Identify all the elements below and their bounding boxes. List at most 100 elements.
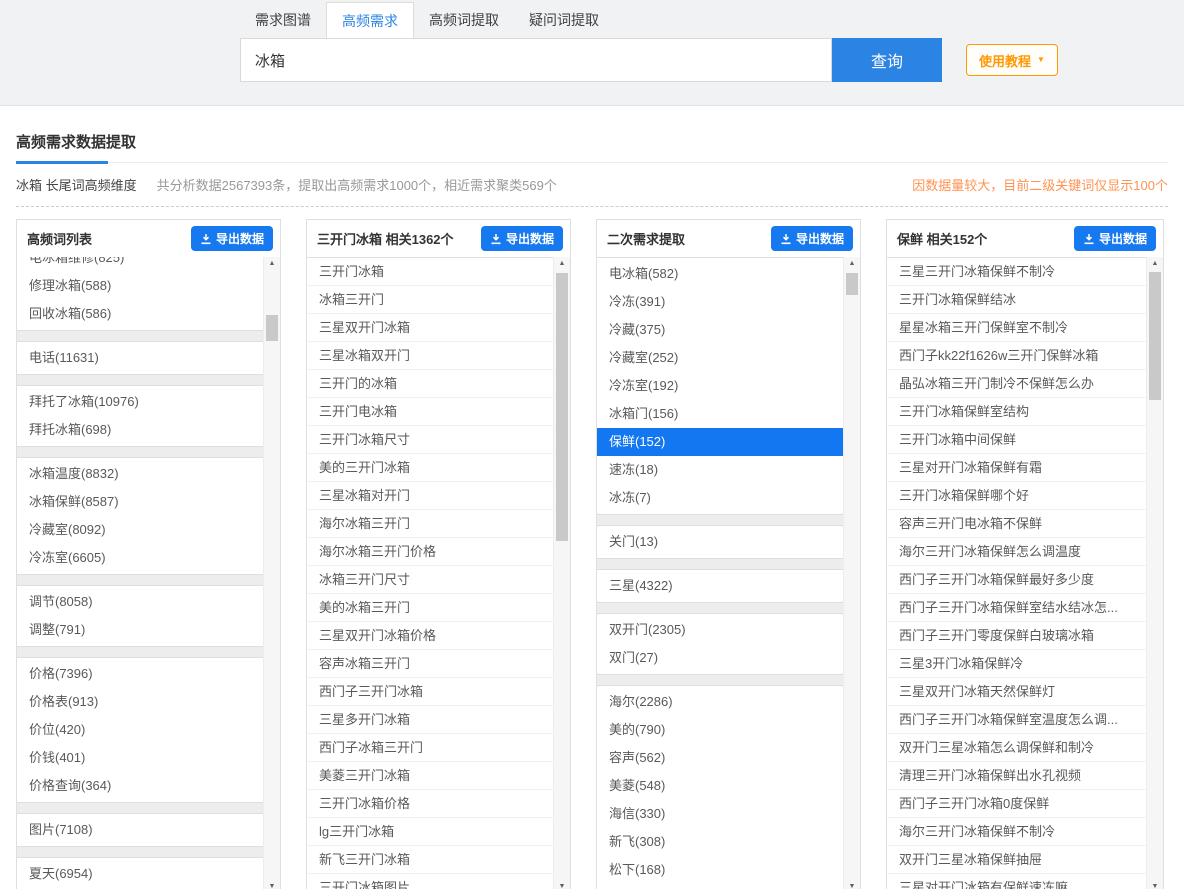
list-item[interactable]: 价位(420) (17, 716, 263, 744)
list-item[interactable]: 回收冰箱(586) (17, 300, 263, 328)
list-item[interactable]: 修理冰箱(588) (17, 272, 263, 300)
list-item[interactable]: 调节(8058) (17, 588, 263, 616)
list-item[interactable]: 美菱三开门冰箱 (307, 762, 553, 790)
list-item[interactable]: 调整(791) (17, 616, 263, 644)
list-item[interactable]: 西门子冰箱三开门 (307, 734, 553, 762)
keyword-list[interactable]: 三开门冰箱冰箱三开门三星双开门冰箱三星冰箱双开门三开门的冰箱三开门电冰箱三开门冰… (307, 257, 553, 889)
list-item[interactable]: 三开门冰箱保鲜哪个好 (887, 482, 1146, 510)
list-item[interactable]: 容声冰箱三开门 (307, 650, 553, 678)
list-item[interactable]: 冷冻室(192) (597, 372, 843, 400)
list-item[interactable]: 三星冰箱双开门 (307, 342, 553, 370)
tab-demand-map[interactable]: 需求图谱 (240, 2, 326, 38)
list-item[interactable]: 三星三开门冰箱保鲜不制冷 (887, 258, 1146, 286)
list-item[interactable]: 三开门冰箱中间保鲜 (887, 426, 1146, 454)
list-item[interactable]: 三开门冰箱保鲜结冰 (887, 286, 1146, 314)
keyword-list[interactable]: 三星三开门冰箱保鲜不制冷三开门冰箱保鲜结冰星星冰箱三开门保鲜室不制冷西门子kk2… (887, 257, 1146, 889)
list-item[interactable]: 三星对开门冰箱保鲜有霜 (887, 454, 1146, 482)
keyword-list[interactable]: 电冰箱(582)冷冻(391)冷藏(375)冷藏室(252)冷冻室(192)冰箱… (597, 257, 843, 889)
scroll-down-icon[interactable]: ▼ (264, 880, 280, 889)
list-item[interactable]: 冷藏室(252) (597, 344, 843, 372)
list-item[interactable]: 三星对开门冰箱有保鲜速冻嘛 (887, 874, 1146, 889)
scrollbar-thumb[interactable] (266, 315, 278, 341)
scroll-down-icon[interactable]: ▼ (554, 880, 570, 889)
list-item[interactable]: 双开门三星冰箱怎么调保鲜和制冷 (887, 734, 1146, 762)
list-item[interactable]: 冰箱温度(8832) (17, 460, 263, 488)
list-item[interactable]: 冰箱三开门 (307, 286, 553, 314)
list-item[interactable]: 海尔冰箱三开门价格 (307, 538, 553, 566)
scroll-up-icon[interactable]: ▲ (1147, 257, 1163, 271)
scrollbar[interactable]: ▲ ▼ (553, 257, 570, 889)
list-item[interactable]: 三星双开门冰箱天然保鲜灯 (887, 678, 1146, 706)
list-item[interactable]: 电冰箱维修(825) (17, 257, 263, 272)
list-item[interactable]: 海尔冰箱三开门 (307, 510, 553, 538)
list-item[interactable]: 三星多开门冰箱 (307, 706, 553, 734)
scrollbar[interactable]: ▲ ▼ (1146, 257, 1163, 889)
list-item[interactable]: 西门子三开门冰箱 (307, 678, 553, 706)
scroll-down-icon[interactable]: ▼ (1147, 880, 1163, 889)
list-item[interactable]: 电话(11631) (17, 344, 263, 372)
search-input[interactable] (240, 38, 832, 82)
scrollbar[interactable]: ▲ ▼ (263, 257, 280, 889)
list-item[interactable]: 容声三开门电冰箱不保鲜 (887, 510, 1146, 538)
scroll-up-icon[interactable]: ▲ (264, 257, 280, 271)
list-item[interactable]: 夏天(6954) (17, 860, 263, 888)
list-item[interactable]: 晶弘冰箱三开门制冷不保鲜怎么办 (887, 370, 1146, 398)
list-item[interactable]: 关门(13) (597, 528, 843, 556)
export-data-button[interactable]: 导出数据 (481, 226, 563, 251)
list-item[interactable]: 清理三开门冰箱保鲜出水孔视频 (887, 762, 1146, 790)
list-item[interactable]: 冰箱门(156) (597, 400, 843, 428)
list-item-selected[interactable]: 保鲜(152) (597, 428, 843, 456)
list-item[interactable]: 三星双开门冰箱 (307, 314, 553, 342)
list-item[interactable]: 价格(7396) (17, 660, 263, 688)
list-item[interactable]: 海尔三开门冰箱保鲜怎么调温度 (887, 538, 1146, 566)
list-item[interactable]: 美的(790) (597, 716, 843, 744)
list-item[interactable]: 三开门冰箱保鲜室结构 (887, 398, 1146, 426)
list-item[interactable]: 西门子三开门零度保鲜白玻璃冰箱 (887, 622, 1146, 650)
list-item[interactable]: 西门子三开门冰箱保鲜最好多少度 (887, 566, 1146, 594)
query-button[interactable]: 查询 (832, 38, 942, 82)
list-item[interactable]: 价格查询(364) (17, 772, 263, 800)
list-item[interactable]: 新飞三开门冰箱 (307, 846, 553, 874)
list-item[interactable]: 三开门电冰箱 (307, 398, 553, 426)
list-item[interactable]: 海尔三开门冰箱保鲜不制冷 (887, 818, 1146, 846)
list-item[interactable]: 海信(330) (597, 800, 843, 828)
list-item[interactable]: 三星双开门冰箱价格 (307, 622, 553, 650)
list-item[interactable]: 三洋(134) (597, 884, 843, 889)
list-item[interactable]: 电冰箱(582) (597, 260, 843, 288)
list-item[interactable]: 三开门冰箱价格 (307, 790, 553, 818)
list-item[interactable]: 冷冻室(6605) (17, 544, 263, 572)
list-item[interactable]: 美的冰箱三开门 (307, 594, 553, 622)
tab-question-words[interactable]: 疑问词提取 (514, 2, 614, 38)
list-item[interactable]: 速冻(18) (597, 456, 843, 484)
list-item[interactable]: 西门子kk22f1626w三开门保鲜冰箱 (887, 342, 1146, 370)
list-item[interactable]: 美菱(548) (597, 772, 843, 800)
list-item[interactable]: 西门子三开门冰箱0度保鲜 (887, 790, 1146, 818)
export-data-button[interactable]: 导出数据 (191, 226, 273, 251)
scrollbar-thumb[interactable] (556, 273, 568, 541)
list-item[interactable]: 三开门冰箱尺寸 (307, 426, 553, 454)
keyword-list[interactable]: 电冰箱维修(825)修理冰箱(588)回收冰箱(586) 电话(11631) 拜托了… (17, 257, 263, 889)
list-item[interactable]: 冷藏(375) (597, 316, 843, 344)
list-item[interactable]: 西门子三开门冰箱保鲜室结水结冰怎... (887, 594, 1146, 622)
list-item[interactable]: 星星冰箱三开门保鲜室不制冷 (887, 314, 1146, 342)
list-item[interactable]: 拜托冰箱(698) (17, 416, 263, 444)
tutorial-button[interactable]: 使用教程 ▼ (966, 44, 1058, 76)
list-item[interactable]: 容声(562) (597, 744, 843, 772)
list-item[interactable]: 三星3开门冰箱保鲜冷 (887, 650, 1146, 678)
list-item[interactable]: 三星冰箱对开门 (307, 482, 553, 510)
list-item[interactable]: 新飞(308) (597, 828, 843, 856)
list-item[interactable]: 三星(4322) (597, 572, 843, 600)
scrollbar-thumb[interactable] (846, 273, 858, 295)
list-item[interactable]: 拜托了冰箱(10976) (17, 388, 263, 416)
list-item[interactable]: 价格表(913) (17, 688, 263, 716)
scroll-up-icon[interactable]: ▲ (844, 257, 860, 271)
list-item[interactable]: 美的三开门冰箱 (307, 454, 553, 482)
scroll-up-icon[interactable]: ▲ (554, 257, 570, 271)
list-item[interactable]: 三开门的冰箱 (307, 370, 553, 398)
list-item[interactable]: 海尔(2286) (597, 688, 843, 716)
list-item[interactable]: 双开门三星冰箱保鲜抽屉 (887, 846, 1146, 874)
list-item[interactable]: 冰冻(7) (597, 484, 843, 512)
list-item[interactable]: 三开门冰箱图片 (307, 874, 553, 889)
list-item[interactable]: 三开门冰箱 (307, 258, 553, 286)
tab-high-frequency-words[interactable]: 高频词提取 (414, 2, 514, 38)
